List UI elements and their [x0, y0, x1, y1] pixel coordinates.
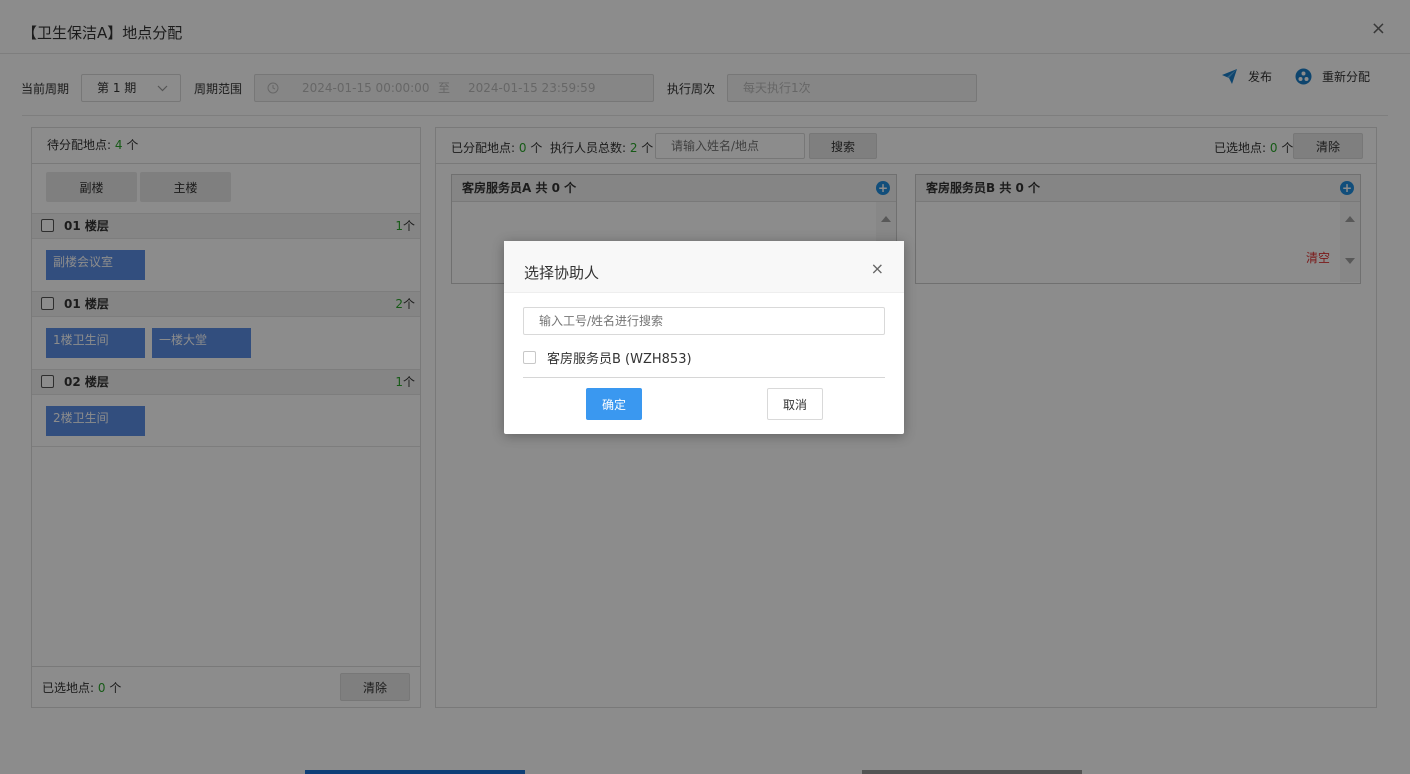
dialog-header: 选择协助人 ×	[504, 241, 904, 293]
assistant-search-input[interactable]	[523, 307, 885, 335]
dialog-title: 选择协助人	[524, 264, 600, 282]
assistant-option[interactable]: 客房服务员B (WZH853)	[523, 348, 692, 367]
cancel-button[interactable]: 取消	[767, 388, 823, 420]
select-assistant-dialog: 选择协助人 × 客房服务员B (WZH853) 确定 取消	[504, 241, 904, 434]
close-icon[interactable]: ×	[871, 259, 884, 278]
checkbox-icon[interactable]	[523, 351, 536, 364]
assistant-option-label: 客房服务员B (WZH853)	[547, 352, 692, 367]
confirm-button[interactable]: 确定	[586, 388, 642, 420]
dialog-divider	[523, 377, 885, 378]
